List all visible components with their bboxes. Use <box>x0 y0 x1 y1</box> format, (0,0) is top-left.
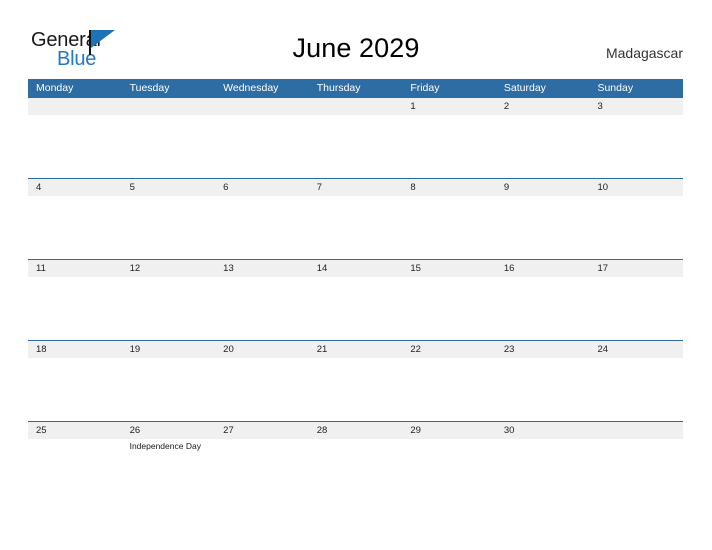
week-date-band: 18 19 20 21 22 23 24 <box>28 341 683 358</box>
day-event <box>309 196 403 256</box>
day-event <box>28 358 122 418</box>
week-date-band: 11 12 13 14 15 16 17 <box>28 260 683 277</box>
dow-friday: Friday <box>410 82 440 94</box>
day-number[interactable] <box>28 98 122 115</box>
day-event-independence-day: Independence Day <box>129 441 201 451</box>
day-number[interactable]: 5 <box>122 179 216 196</box>
day-number[interactable]: 13 <box>215 260 309 277</box>
day-number[interactable]: 10 <box>589 179 683 196</box>
day-number[interactable]: 2 <box>496 98 590 115</box>
day-number[interactable]: 6 <box>215 179 309 196</box>
day-event <box>496 439 590 499</box>
day-event <box>496 277 590 337</box>
day-number[interactable]: 17 <box>589 260 683 277</box>
day-number[interactable] <box>122 98 216 115</box>
day-number[interactable]: 11 <box>28 260 122 277</box>
week-date-band: 1 2 3 <box>28 98 683 115</box>
day-number[interactable]: 23 <box>496 341 590 358</box>
day-event <box>496 358 590 418</box>
day-event <box>589 196 683 256</box>
day-event <box>402 358 496 418</box>
day-of-week-header: Monday Tuesday Wednesday Thursday Friday… <box>28 79 683 97</box>
day-event <box>402 439 496 499</box>
day-number[interactable]: 21 <box>309 341 403 358</box>
day-number[interactable]: 20 <box>215 341 309 358</box>
day-event <box>28 277 122 337</box>
day-event <box>215 439 309 499</box>
week-event-band <box>28 115 683 175</box>
week-event-band <box>28 358 683 418</box>
day-event <box>402 115 496 175</box>
day-event <box>589 439 683 499</box>
day-number[interactable]: 18 <box>28 341 122 358</box>
day-number[interactable]: 29 <box>402 422 496 439</box>
day-event <box>402 277 496 337</box>
day-number[interactable]: 16 <box>496 260 590 277</box>
week-row: 18 19 20 21 22 23 24 <box>28 340 683 421</box>
week-row: 4 5 6 7 8 9 10 <box>28 178 683 259</box>
dow-monday: Monday <box>36 82 74 94</box>
week-row: 1 2 3 <box>28 97 683 178</box>
day-number[interactable]: 4 <box>28 179 122 196</box>
day-number[interactable]: 24 <box>589 341 683 358</box>
day-number[interactable]: 25 <box>28 422 122 439</box>
day-event <box>28 196 122 256</box>
day-number[interactable]: 28 <box>309 422 403 439</box>
week-date-band: 25 26 27 28 29 30 <box>28 422 683 439</box>
day-number[interactable]: 19 <box>122 341 216 358</box>
day-number[interactable]: 14 <box>309 260 403 277</box>
day-number[interactable]: 22 <box>402 341 496 358</box>
day-event <box>28 115 122 175</box>
day-event <box>28 439 122 499</box>
day-event <box>309 115 403 175</box>
country-label: Madagascar <box>605 45 683 61</box>
calendar-grid: Monday Tuesday Wednesday Thursday Friday… <box>28 79 683 502</box>
day-number[interactable]: 1 <box>402 98 496 115</box>
day-number[interactable]: 27 <box>215 422 309 439</box>
week-event-band <box>28 277 683 337</box>
day-event <box>215 277 309 337</box>
day-event <box>122 115 216 175</box>
week-row: 11 12 13 14 15 16 17 <box>28 259 683 340</box>
day-event <box>309 277 403 337</box>
day-number[interactable]: 26 <box>122 422 216 439</box>
dow-wednesday: Wednesday <box>223 82 279 94</box>
day-event <box>122 358 216 418</box>
week-row: 25 26 27 28 29 30 Independence Day <box>28 421 683 502</box>
dow-tuesday: Tuesday <box>129 82 170 94</box>
day-event <box>122 196 216 256</box>
day-number[interactable]: 15 <box>402 260 496 277</box>
day-number[interactable]: 9 <box>496 179 590 196</box>
day-number[interactable] <box>589 422 683 439</box>
day-number[interactable] <box>215 98 309 115</box>
day-number[interactable] <box>309 98 403 115</box>
day-event <box>122 277 216 337</box>
day-number[interactable]: 12 <box>122 260 216 277</box>
day-event <box>589 277 683 337</box>
day-event <box>496 115 590 175</box>
page-header: General Blue June 2029 Madagascar <box>0 0 712 78</box>
day-event <box>589 115 683 175</box>
dow-thursday: Thursday <box>316 82 361 94</box>
day-number[interactable]: 7 <box>309 179 403 196</box>
day-event <box>309 358 403 418</box>
dow-sunday: Sunday <box>597 82 634 94</box>
day-number[interactable]: 8 <box>402 179 496 196</box>
week-event-band <box>28 196 683 256</box>
day-event <box>215 115 309 175</box>
day-number[interactable]: 30 <box>496 422 590 439</box>
week-date-band: 4 5 6 7 8 9 10 <box>28 179 683 196</box>
day-event <box>215 358 309 418</box>
day-event <box>309 439 403 499</box>
dow-saturday: Saturday <box>503 82 546 94</box>
day-event <box>215 196 309 256</box>
day-event <box>402 196 496 256</box>
week-event-band: Independence Day <box>28 439 683 499</box>
day-event <box>496 196 590 256</box>
day-number[interactable]: 3 <box>589 98 683 115</box>
day-event <box>589 358 683 418</box>
